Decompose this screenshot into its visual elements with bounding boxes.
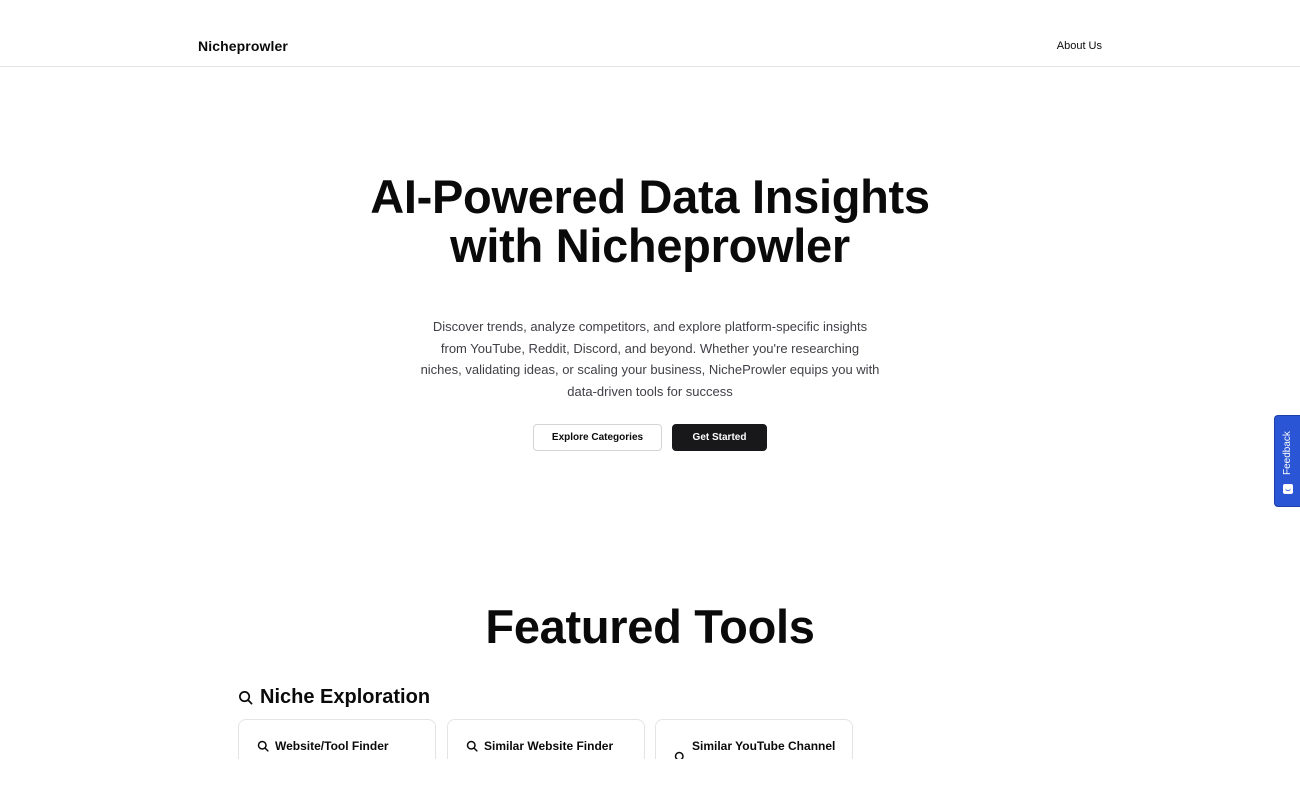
card-title: Website/Tool Finder [275, 739, 389, 753]
brand-logo[interactable]: Nicheprowler [198, 38, 288, 54]
feedback-icon [1283, 484, 1293, 494]
section-title: Niche Exploration [260, 685, 431, 708]
viewport-bottom [0, 759, 1300, 788]
card-title: Similar Website Finder [484, 739, 614, 753]
page: Nicheprowler About Us AI-Powered Data In… [0, 0, 1300, 788]
search-icon [239, 690, 253, 704]
featured-tools-title: Featured Tools [485, 600, 815, 653]
explore-categories-button[interactable]: Explore Categories [533, 424, 662, 451]
get-started-button[interactable]: Get Started [672, 424, 767, 451]
section-niche-exploration: Niche Exploration [238, 684, 430, 710]
search-icon [257, 740, 269, 752]
hero-title-line-1: AI-Powered Data Insights [370, 170, 930, 223]
site-header: Nicheprowler About Us [0, 0, 1300, 67]
feedback-label: Feedback [1282, 431, 1293, 475]
hero-title: AI-Powered Data Insights with Nicheprowl… [250, 172, 1050, 270]
card-header: Similar Website Finder [466, 739, 613, 753]
hero-description: Discover trends, analyze competitors, an… [420, 319, 880, 399]
search-icon [466, 740, 478, 752]
card-header: Website/Tool Finder [257, 739, 389, 753]
hero-title-line-2: with Nicheprowler [450, 219, 850, 272]
card-title: Similar YouTube Channel [692, 739, 836, 753]
feedback-tab[interactable]: Feedback [1274, 415, 1300, 507]
nav-about-us[interactable]: About Us [1057, 40, 1102, 52]
